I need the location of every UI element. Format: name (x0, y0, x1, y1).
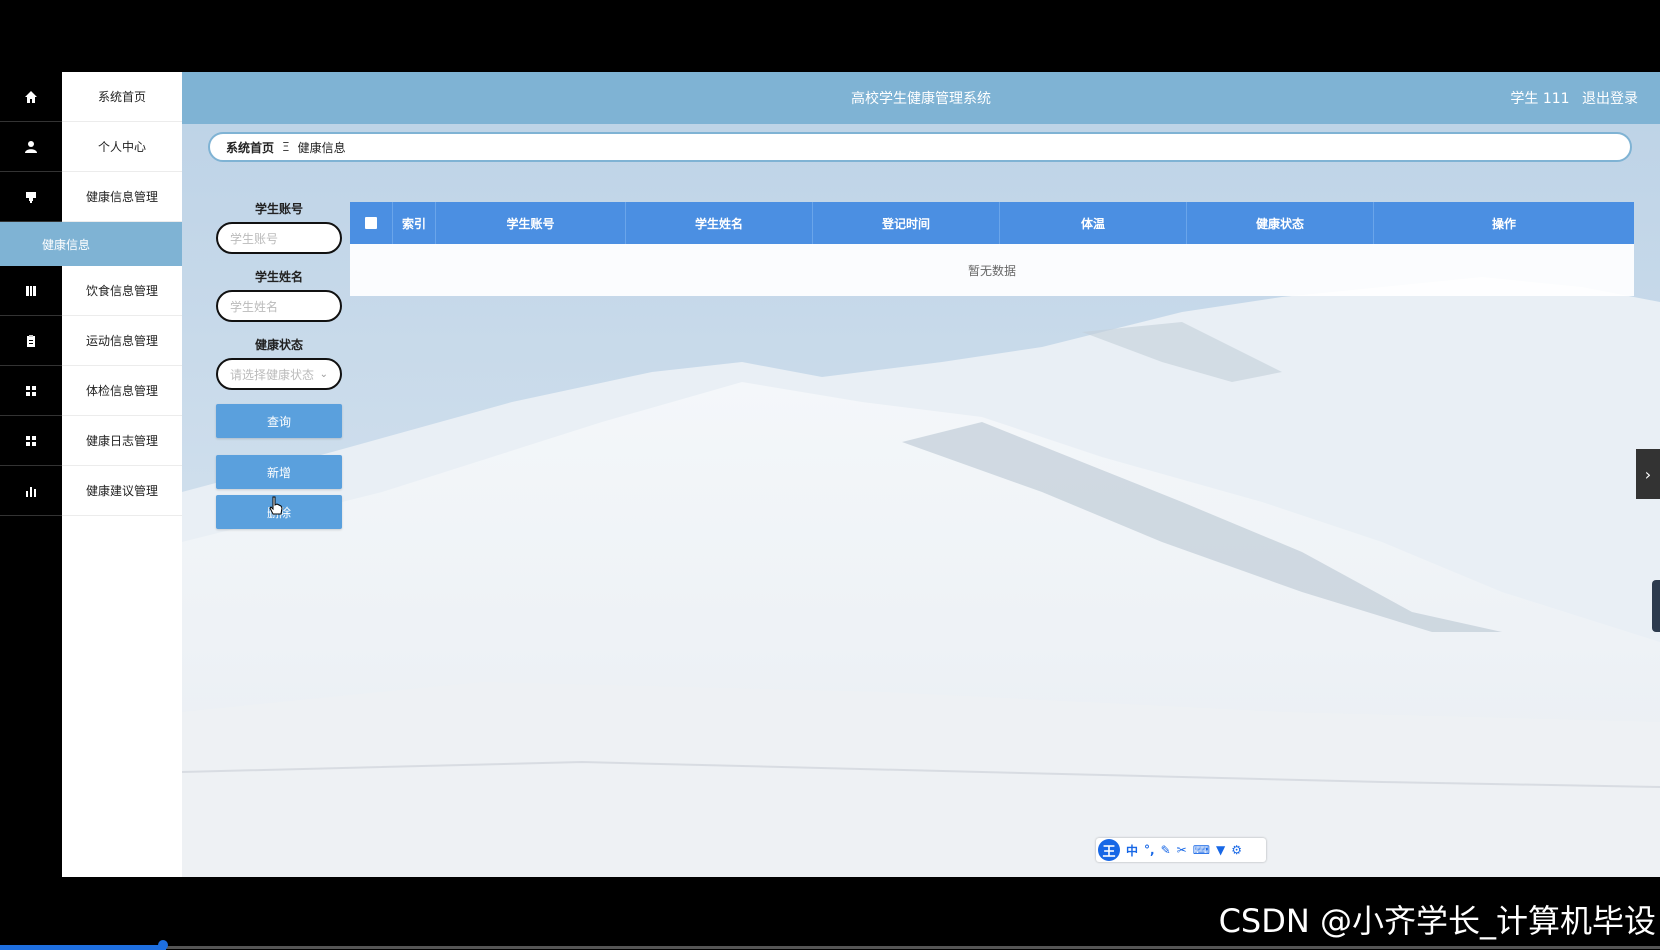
rail-user[interactable] (0, 122, 62, 172)
rail-log[interactable] (0, 416, 62, 466)
column-header[interactable]: 学生账号 (436, 202, 626, 244)
sidebar-item-exam-management[interactable]: 体检信息管理 (62, 366, 182, 416)
column-header[interactable]: 健康状态 (1187, 202, 1374, 244)
select-all-checkbox[interactable] (365, 217, 377, 229)
rail-exam[interactable] (0, 366, 62, 416)
grid-icon (26, 385, 36, 396)
column-header[interactable]: 登记时间 (813, 202, 1000, 244)
icon-rail (0, 72, 62, 877)
rail-advice[interactable] (0, 466, 62, 516)
gear-icon[interactable]: ⚙ (1231, 843, 1242, 857)
sidebar-item-home[interactable]: 系统首页 (62, 72, 182, 122)
csdn-watermark: CSDN @小齐学长_计算机毕设 (1218, 902, 1656, 940)
sidebar-item-sport-management[interactable]: 运动信息管理 (62, 316, 182, 366)
select-all-cell (350, 202, 393, 244)
video-progress-fill (0, 945, 166, 950)
logout-link[interactable]: 退出登录 (1582, 91, 1638, 107)
sidebar-item-advice-management[interactable]: 健康建议管理 (62, 466, 182, 516)
top-header: 高校学生健康管理系统 学生 111 退出登录 (182, 72, 1660, 124)
search-panel: 学生账号 学生账号 学生姓名 学生姓名 健康状态 请选择健康状态 ⌄ 查询 新增… (216, 200, 342, 529)
shirt-icon[interactable]: ▼ (1216, 843, 1225, 857)
ime-mode-toggle[interactable]: 中 (1126, 842, 1138, 859)
ime-logo-icon[interactable]: 王 (1098, 839, 1120, 861)
sidebar-menu: 系统首页 个人中心 健康信息管理 健康信息 饮食信息管理 运动信息管理 体检信息… (0, 72, 182, 877)
book-icon (26, 285, 36, 296)
table-header: 索引 学生账号 学生姓名 登记时间 体温 健康状态 操作 (350, 202, 1634, 244)
status-label: 健康状态 (254, 338, 303, 352)
username-label: 学生 111 (1510, 91, 1570, 107)
rail-sport[interactable] (0, 316, 62, 366)
breadcrumb-home-link[interactable]: 系统首页 (226, 139, 274, 156)
status-select[interactable]: 请选择健康状态 ⌄ (216, 358, 342, 390)
keyboard-icon[interactable]: ⌨ (1193, 843, 1210, 857)
chevron-down-icon: ⌄ (319, 368, 328, 380)
grid-icon (26, 435, 36, 446)
sidebar-item-health-management[interactable]: 健康信息管理 (62, 172, 182, 222)
breadcrumb-current: 健康信息 (297, 140, 346, 155)
breadcrumb-separator: Ξ (282, 140, 290, 154)
account-label: 学生账号 (254, 202, 303, 216)
rail-diet[interactable] (0, 266, 62, 316)
column-header[interactable]: 学生姓名 (626, 202, 813, 244)
snow-mountain-background (182, 72, 1660, 877)
side-widget-tab[interactable] (1652, 580, 1660, 632)
add-button[interactable]: 新增 (216, 455, 342, 489)
data-table: 索引 学生账号 学生姓名 登记时间 体温 健康状态 操作 暂无数据 (350, 202, 1634, 296)
pen-icon[interactable]: ✎ (1161, 843, 1171, 857)
chevron-right-icon[interactable]: › (1636, 449, 1660, 499)
ime-toolbar: 王 中 °, ✎ ✂ ⌨ ▼ ⚙ (1096, 838, 1266, 862)
punctuation-icon[interactable]: °, (1144, 843, 1155, 857)
user-icon (25, 140, 37, 153)
account-placeholder: 学生账号 (230, 231, 279, 246)
sidebar-subitem-label: 健康信息 (41, 237, 90, 252)
monitor-icon (26, 191, 36, 203)
hand-cursor-icon (269, 496, 283, 515)
scissors-icon[interactable]: ✂ (1177, 843, 1187, 857)
column-header: 操作 (1491, 216, 1516, 231)
sidebar-item-diet-management[interactable]: 饮食信息管理 (62, 266, 182, 316)
rail-health[interactable] (0, 172, 62, 222)
user-area: 学生 111 退出登录 (1502, 88, 1638, 108)
bar-chart-icon (26, 486, 36, 497)
sidebar-item-profile[interactable]: 个人中心 (62, 122, 182, 172)
video-progress-track (166, 946, 1660, 949)
column-header[interactable]: 索引 (393, 202, 436, 244)
query-button[interactable]: 查询 (216, 404, 342, 438)
name-label: 学生姓名 (254, 270, 303, 284)
name-input[interactable]: 学生姓名 (216, 290, 342, 322)
sidebar-subitem-health-info[interactable]: 健康信息 (0, 222, 182, 266)
name-placeholder: 学生姓名 (230, 299, 279, 314)
status-placeholder: 请选择健康状态 (230, 367, 315, 382)
sidebar-item-log-management[interactable]: 健康日志管理 (62, 416, 182, 466)
breadcrumb: 系统首页 Ξ 健康信息 (208, 132, 1632, 162)
rail-home[interactable] (0, 72, 62, 122)
account-input[interactable]: 学生账号 (216, 222, 342, 254)
app-title: 高校学生健康管理系统 (851, 91, 991, 107)
app-window: 系统首页 个人中心 健康信息管理 健康信息 饮食信息管理 运动信息管理 体检信息… (0, 72, 1660, 877)
video-progress-handle[interactable] (158, 940, 168, 950)
clipboard-icon (27, 334, 35, 347)
empty-state: 暂无数据 (350, 244, 1634, 296)
column-header[interactable]: 体温 (1000, 202, 1187, 244)
home-icon (25, 90, 37, 103)
